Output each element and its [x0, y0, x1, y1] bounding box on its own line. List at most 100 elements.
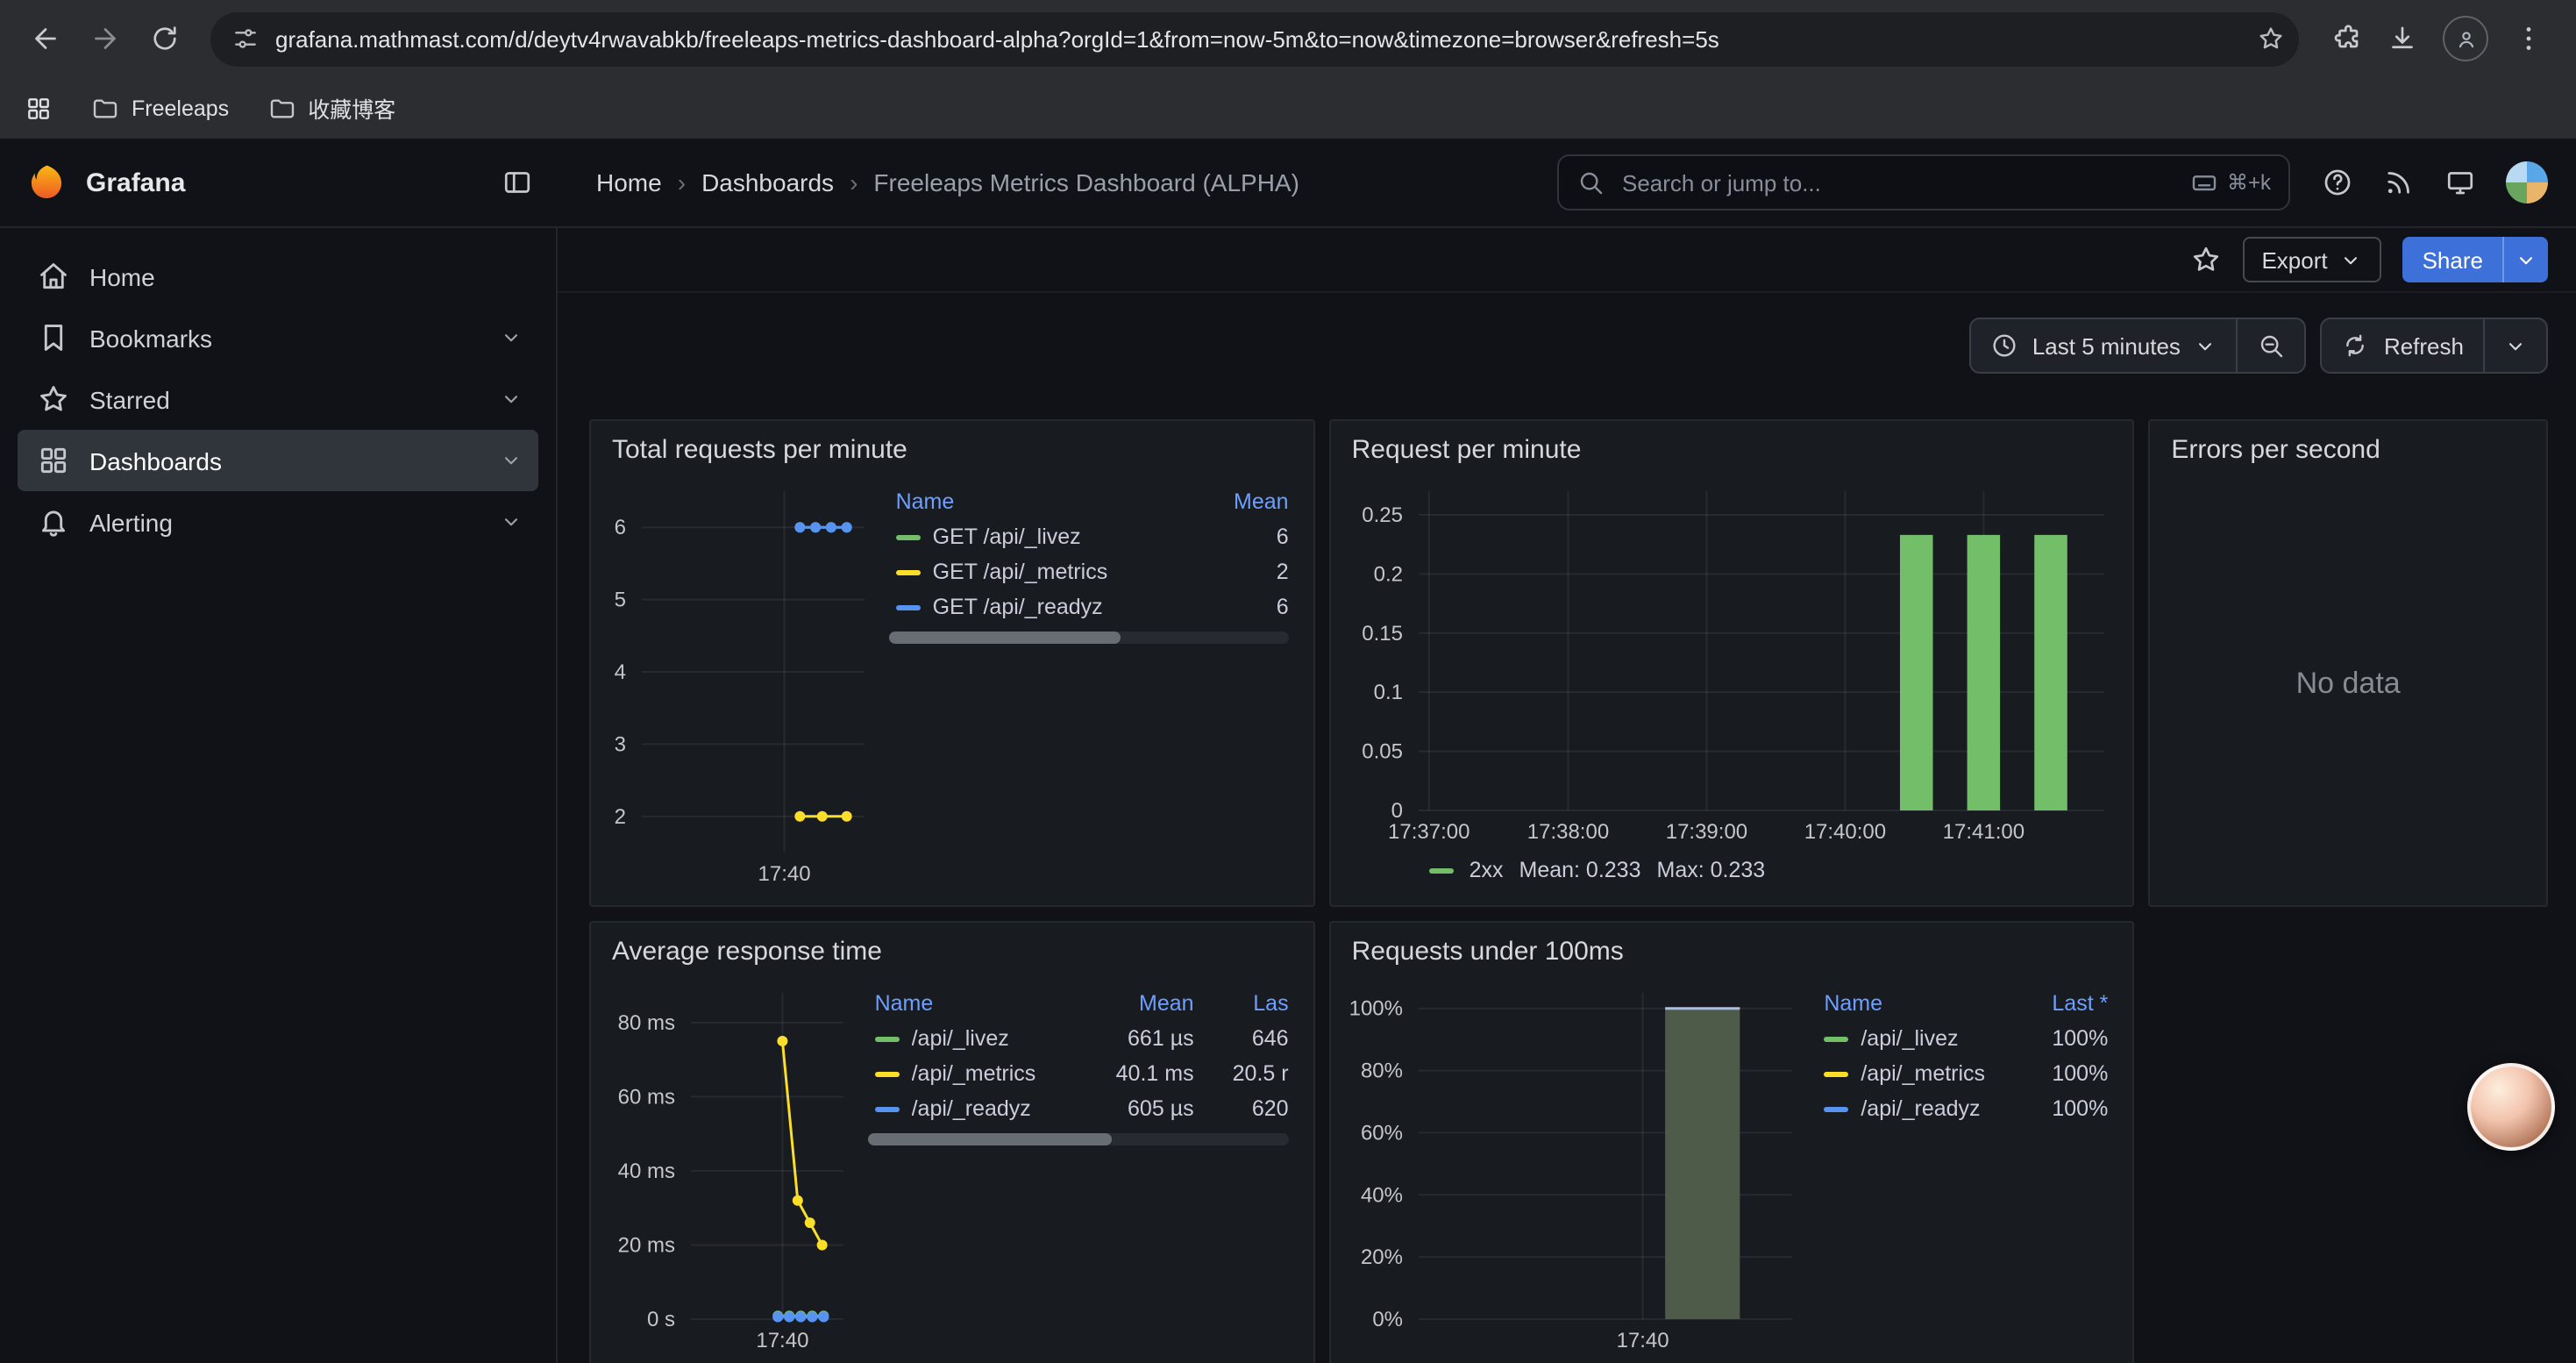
series-name[interactable]: /api/_metrics [912, 1061, 1036, 1086]
panel-title[interactable]: Errors per second [2150, 421, 2546, 477]
chevron-down-icon[interactable] [500, 388, 523, 410]
chevron-down-icon[interactable] [500, 510, 523, 533]
bookmark-folder-blogs[interactable]: 收藏博客 [267, 91, 395, 125]
site-settings-icon[interactable] [231, 25, 260, 53]
legend-header-name[interactable]: Name [889, 484, 1180, 519]
address-bar[interactable] [210, 11, 2299, 66]
series-color-marker [896, 534, 921, 539]
panel-request-per-minute: Request per minute 00.050.10.150.20.2517… [1329, 419, 2135, 907]
search-box[interactable]: ⌘+k [1557, 154, 2290, 211]
legend-header-name[interactable]: Name [1817, 986, 1999, 1021]
search-icon [1576, 168, 1605, 196]
browser-menu-icon[interactable] [2513, 23, 2544, 54]
user-avatar[interactable] [2506, 161, 2548, 203]
reload-icon[interactable] [137, 11, 193, 67]
svg-text:80%: 80% [1361, 1060, 1403, 1083]
sidebar-item-starred[interactable]: Starred [18, 368, 538, 430]
series-name[interactable]: /api/_readyz [1861, 1096, 1980, 1121]
series-name[interactable]: 2xx [1469, 858, 1504, 882]
refresh-picker-group: Refresh [2321, 318, 2548, 374]
bookmark-star-icon[interactable] [2257, 25, 2285, 53]
svg-text:3: 3 [615, 732, 626, 756]
floating-assistant-avatar[interactable] [2467, 1063, 2555, 1151]
share-button[interactable]: Share [2403, 237, 2548, 282]
panel-title[interactable]: Average response time [591, 923, 1313, 979]
request-per-minute-chart[interactable]: 00.050.10.150.20.2517:37:0017:38:0017:39… [1348, 477, 2116, 849]
bookmark-folder-freeleaps[interactable]: Freeleaps [91, 94, 229, 122]
legend-table: Name Mean GET /api/_livez 6 [889, 484, 1296, 624]
legend-row: GET /api/_readyz 6 [889, 589, 1296, 624]
legend-scrollbar[interactable] [889, 632, 1289, 644]
panel-title[interactable]: Total requests per minute [591, 421, 1313, 477]
series-name[interactable]: GET /api/_livez [933, 525, 1081, 549]
download-icon[interactable] [2387, 23, 2418, 54]
sidebar-item-dashboards[interactable]: Dashboards [18, 430, 538, 491]
export-button[interactable]: Export [2242, 237, 2381, 282]
svg-text:5: 5 [615, 589, 626, 612]
series-name[interactable]: /api/_metrics [1861, 1061, 1985, 1086]
breadcrumb-separator: › [678, 168, 686, 196]
legend-header-name[interactable]: Name [868, 986, 1085, 1021]
grafana-logo[interactable] [25, 161, 68, 204]
sidebar-item-bookmarks[interactable]: Bookmarks [18, 307, 538, 368]
apps-grid-icon[interactable] [25, 94, 53, 122]
display-icon[interactable] [2444, 167, 2476, 198]
chevron-down-icon [2515, 248, 2537, 271]
dashboard-actions-row: Export Share [558, 228, 2576, 293]
help-icon[interactable] [2322, 167, 2353, 198]
series-last: 646 [1201, 1021, 1296, 1056]
refresh-button[interactable]: Refresh [2323, 319, 2483, 372]
series-name[interactable]: GET /api/_readyz [933, 595, 1103, 619]
total-requests-chart[interactable]: 2345617:40 [608, 477, 875, 891]
sidebar-item-home[interactable]: Home [18, 246, 538, 307]
extensions-icon[interactable] [2330, 23, 2362, 54]
brand-name[interactable]: Grafana [86, 168, 185, 197]
series-max: Max: 0.233 [1657, 858, 1766, 882]
legend-row: /api/_livez 661 µs 646 [868, 1021, 1296, 1056]
forward-icon[interactable] [77, 11, 133, 67]
zoom-out-button[interactable] [2237, 319, 2305, 372]
panel-title[interactable]: Request per minute [1331, 421, 2133, 477]
legend-header-last[interactable]: Las [1201, 986, 1296, 1021]
series-last: 100% [1999, 1056, 2115, 1091]
breadcrumb-home[interactable]: Home [596, 168, 662, 196]
favorite-star-icon[interactable] [2189, 244, 2221, 275]
sidebar-item-label: Home [89, 262, 523, 290]
news-icon[interactable] [2383, 167, 2415, 198]
sidebar-item-alerting[interactable]: Alerting [18, 491, 538, 553]
series-color-marker [1824, 1106, 1848, 1111]
browser-profile-icon[interactable] [2443, 16, 2488, 61]
legend-header-mean[interactable]: Mean [1085, 986, 1201, 1021]
average-response-time-chart[interactable]: 0 s20 ms40 ms60 ms80 ms17:40 [608, 979, 854, 1358]
breadcrumb-dashboards[interactable]: Dashboards [701, 168, 834, 196]
legend-scrollbar[interactable] [868, 1133, 1289, 1145]
svg-text:17:41:00: 17:41:00 [1942, 820, 2024, 844]
legend-table: Name Mean Las /api/_livez 661 µs [868, 986, 1296, 1126]
series-name[interactable]: GET /api/_metrics [933, 560, 1108, 584]
url-input[interactable] [275, 25, 2241, 52]
series-last: 20.5 r [1201, 1056, 1296, 1091]
back-icon[interactable] [18, 11, 74, 67]
search-input[interactable] [1619, 168, 2176, 197]
sidebar-toggle-icon[interactable] [502, 167, 533, 198]
legend-header-last[interactable]: Last * [1999, 986, 2115, 1021]
refresh-icon [2342, 332, 2370, 360]
requests-under-100ms-chart[interactable]: 0%20%40%60%80%100%17:40 [1348, 979, 1804, 1358]
svg-text:80 ms: 80 ms [618, 1011, 675, 1035]
panel-title[interactable]: Requests under 100ms [1331, 923, 2133, 979]
share-menu-caret[interactable] [2504, 237, 2548, 282]
chevron-down-icon[interactable] [500, 326, 523, 349]
legend-row: GET /api/_metrics 2 [889, 554, 1296, 589]
svg-text:17:38:00: 17:38:00 [1526, 820, 1608, 844]
chevron-down-icon[interactable] [500, 449, 523, 472]
svg-text:0 s: 0 s [647, 1308, 675, 1331]
series-name[interactable]: /api/_readyz [912, 1096, 1031, 1121]
legend-header-mean[interactable]: Mean [1180, 484, 1296, 519]
time-range-picker[interactable]: Last 5 minutes [1971, 319, 2237, 372]
chevron-down-icon [2504, 334, 2527, 357]
legend-scrollbar-thumb[interactable] [889, 632, 1121, 644]
legend-scrollbar-thumb[interactable] [868, 1133, 1112, 1145]
refresh-interval-caret[interactable] [2483, 319, 2546, 372]
series-name[interactable]: /api/_livez [1861, 1026, 1958, 1051]
series-name[interactable]: /api/_livez [912, 1026, 1009, 1051]
